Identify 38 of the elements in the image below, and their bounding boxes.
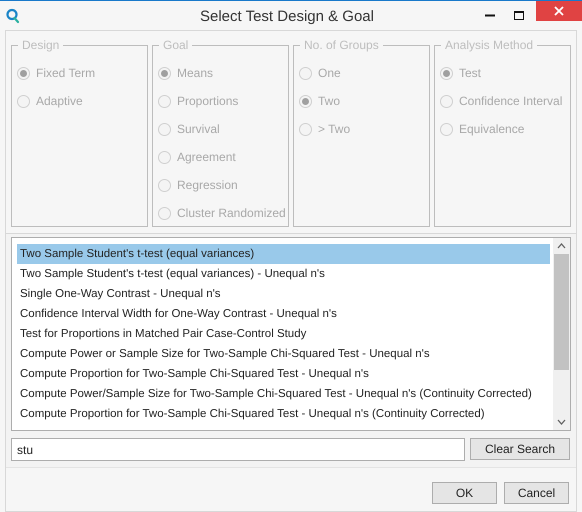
group-title: No. of Groups <box>300 37 383 53</box>
option-label: Adaptive <box>36 93 83 110</box>
group-title: Analysis Method <box>441 37 538 53</box>
close-button[interactable] <box>536 1 582 21</box>
option-label: Cluster Randomized <box>177 205 286 222</box>
procedure-item[interactable]: Compute Power or Sample Size for Two-Sample Chi-Squared Test - Unequal n's <box>17 344 550 364</box>
ok-button[interactable]: OK <box>432 482 497 504</box>
procedure-item[interactable]: Confidence Interval Width for One-Way Contrast - Unequal n's <box>17 304 550 324</box>
option-label: Proportions <box>177 93 238 110</box>
procedure-item[interactable]: Single One-Way Contrast - Unequal n's <box>17 284 550 304</box>
window-title: Select Test Design & Goal <box>200 7 374 27</box>
option-label: Survival <box>177 121 220 138</box>
option-label: Test <box>459 65 482 82</box>
scrollbar-thumb[interactable] <box>554 254 569 370</box>
option-label: One <box>318 65 341 82</box>
search-field[interactable]: stu <box>11 438 465 461</box>
scrollbar[interactable] <box>553 238 570 430</box>
cancel-button[interactable]: Cancel <box>504 482 569 504</box>
minimize-icon[interactable] <box>485 14 495 17</box>
maximize-icon[interactable] <box>514 11 524 20</box>
option-label: Means <box>177 65 214 82</box>
option-label: Agreement <box>177 149 236 166</box>
procedure-item[interactable]: Compute Proportion for Two-Sample Chi-Squared Test - Unequal n's (Continuity Corrected) <box>17 404 550 424</box>
option-label: > Two <box>318 121 350 138</box>
clear-search-button[interactable]: Clear Search <box>470 438 570 460</box>
procedure-item[interactable]: Two Sample Student's t-test (equal variances) - Unequal n's <box>17 264 550 284</box>
close-icon <box>554 6 564 16</box>
option-label: Two <box>318 93 340 110</box>
procedure-item[interactable]: Test for Proportions in Matched Pair Case-Control Study <box>17 324 550 344</box>
option-label: Confidence Interval <box>459 93 562 110</box>
app-logo-icon <box>6 8 20 24</box>
procedure-item[interactable]: Two Sample Student's t-test (equal variances) <box>17 244 550 264</box>
option-label: Fixed Term <box>36 65 96 82</box>
group-title: Design <box>18 37 64 53</box>
procedure-item[interactable]: Compute Proportion for Two-Sample Chi-Squared Test - Unequal n's <box>17 364 550 384</box>
option-label: Regression <box>177 177 238 194</box>
procedure-item[interactable]: Compute Power/Sample Size for Two-Sample Chi-Squared Test - Unequal n's (Continuity Corrected) <box>17 384 550 404</box>
option-label: Equivalence <box>459 121 524 138</box>
